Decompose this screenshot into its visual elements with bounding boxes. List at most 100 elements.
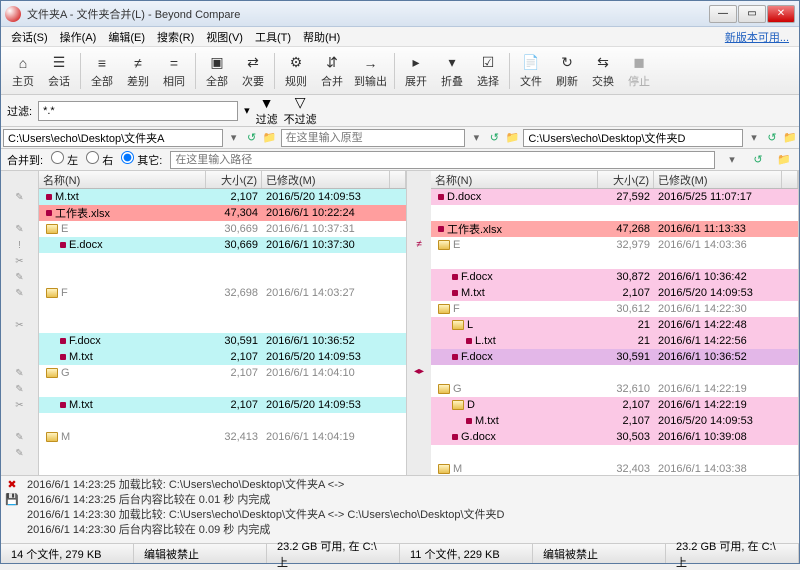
menu-help[interactable]: 帮助(H)	[297, 27, 346, 47]
file-name: D.docx	[447, 191, 481, 203]
center-browse-icon[interactable]: 📁	[503, 129, 521, 147]
center-path-dropdown-icon[interactable]: ▾	[467, 129, 485, 147]
table-row[interactable]: M32,4032016/6/1 14:03:38	[431, 461, 798, 475]
filter-clear-button[interactable]: ▽不过滤	[284, 94, 317, 127]
tool-展开[interactable]: ▸展开	[398, 49, 434, 93]
tool-折叠[interactable]: ▾折叠	[434, 49, 470, 93]
col-size[interactable]: 大小(Z)	[206, 171, 262, 188]
menu-action[interactable]: 操作(A)	[54, 27, 103, 47]
tool-交换[interactable]: ⇆交换	[585, 49, 621, 93]
tool-会话[interactable]: ☰会话	[41, 49, 77, 93]
table-row[interactable]	[431, 205, 798, 221]
mid-mark	[407, 300, 431, 316]
log-save-icon[interactable]: 💾	[5, 493, 19, 506]
right-path-input[interactable]	[523, 129, 743, 147]
table-row[interactable]	[39, 253, 406, 269]
table-row[interactable]: E.docx30,6692016/6/1 10:37:30	[39, 237, 406, 253]
merge-dropdown-icon[interactable]: ▾	[723, 151, 741, 169]
menu-search[interactable]: 搜索(R)	[151, 27, 200, 47]
close-button[interactable]: ✕	[767, 5, 795, 23]
merge-right-radio[interactable]: 右	[86, 151, 113, 168]
table-row[interactable]	[431, 365, 798, 381]
right-path-dropdown-icon[interactable]: ▾	[745, 129, 763, 147]
menu-tools[interactable]: 工具(T)	[249, 27, 297, 47]
tool-差别[interactable]: ≠差别	[120, 49, 156, 93]
log-clear-icon[interactable]: ✖	[7, 478, 16, 491]
table-row[interactable]: L.txt212016/6/1 14:22:56	[431, 333, 798, 349]
tool-全部[interactable]: ▣全部	[199, 49, 235, 93]
table-row[interactable]: G2,1072016/6/1 14:04:10	[39, 365, 406, 381]
right-history-icon[interactable]: ↺	[763, 129, 781, 147]
tool-主页[interactable]: ⌂主页	[5, 49, 41, 93]
table-row[interactable]	[39, 381, 406, 397]
gutter-mark	[1, 461, 38, 475]
merge-history-icon[interactable]: ↺	[749, 151, 767, 169]
left-history-icon[interactable]: ↺	[243, 129, 261, 147]
menu-edit[interactable]: 编辑(E)	[102, 27, 151, 47]
table-row[interactable]: 工作表.xlsx47,2682016/6/1 11:13:33	[431, 221, 798, 237]
table-row[interactable]: F32,6982016/6/1 14:03:27	[39, 285, 406, 301]
tool-到输出[interactable]: →到输出	[350, 49, 391, 93]
table-row[interactable]: L212016/6/1 14:22:48	[431, 317, 798, 333]
merge-browse-icon[interactable]: 📁	[775, 151, 793, 169]
tool-合并[interactable]: ⇵合并	[314, 49, 350, 93]
table-row[interactable]: G.docx30,5032016/6/1 10:39:08	[431, 429, 798, 445]
table-row[interactable]	[431, 445, 798, 461]
table-row[interactable]: M.txt2,1072016/5/20 14:09:53	[39, 397, 406, 413]
table-row[interactable]: D.docx27,5922016/5/25 11:07:17	[431, 189, 798, 205]
table-row[interactable]: D2,1072016/6/1 14:22:19	[431, 397, 798, 413]
menu-view[interactable]: 视图(V)	[200, 27, 249, 47]
col-modified[interactable]: 已修改(M)	[262, 171, 390, 188]
maximize-button[interactable]: ▭	[738, 5, 766, 23]
col-name[interactable]: 名称(N)	[431, 171, 598, 188]
filter-dropdown-icon[interactable]: ▾	[244, 104, 250, 117]
table-row[interactable]	[39, 317, 406, 333]
mergebar: 合并到: 左 右 其它: ▾ ↺ 📁	[1, 149, 799, 171]
minimize-button[interactable]: —	[709, 5, 737, 23]
table-row[interactable]: F.docx30,5912016/6/1 10:36:52	[431, 349, 798, 365]
table-row[interactable]: M32,4132016/6/1 14:04:19	[39, 429, 406, 445]
table-row[interactable]: F30,6122016/6/1 14:22:30	[431, 301, 798, 317]
col-size[interactable]: 大小(Z)	[598, 171, 654, 188]
table-row[interactable]	[39, 269, 406, 285]
menu-session[interactable]: 会话(S)	[5, 27, 54, 47]
table-row[interactable]: 工作表.xlsx47,3042016/6/1 10:22:24	[39, 205, 406, 221]
table-row[interactable]: F.docx30,8722016/6/1 10:36:42	[431, 269, 798, 285]
tool-选择[interactable]: ☑选择	[470, 49, 506, 93]
col-name[interactable]: 名称(N)	[39, 171, 206, 188]
table-row[interactable]	[39, 301, 406, 317]
center-history-icon[interactable]: ↺	[485, 129, 503, 147]
tool-次要[interactable]: ⇄次要	[235, 49, 271, 93]
left-rows[interactable]: M.txt2,1072016/5/20 14:09:53工作表.xlsx47,3…	[39, 189, 406, 475]
table-row[interactable]: F.docx30,5912016/6/1 10:36:52	[39, 333, 406, 349]
mid-mark	[407, 411, 431, 427]
table-row[interactable]	[431, 253, 798, 269]
merge-other-radio[interactable]: 其它:	[121, 151, 162, 168]
tool-全部[interactable]: ≡全部	[84, 49, 120, 93]
table-row[interactable]	[39, 413, 406, 429]
left-path-input[interactable]	[3, 129, 223, 147]
left-browse-icon[interactable]: 📁	[261, 129, 279, 147]
tool-icon: ▸	[406, 53, 426, 73]
tool-相同[interactable]: =相同	[156, 49, 192, 93]
col-modified[interactable]: 已修改(M)	[654, 171, 782, 188]
right-rows[interactable]: D.docx27,5922016/5/25 11:07:17 工作表.xlsx47…	[431, 189, 798, 475]
table-row[interactable]: E32,9792016/6/1 14:03:36	[431, 237, 798, 253]
update-link[interactable]: 新版本可用...	[719, 27, 795, 47]
tool-规则[interactable]: ⚙规则	[278, 49, 314, 93]
table-row[interactable]: G32,6102016/6/1 14:22:19	[431, 381, 798, 397]
filter-input[interactable]	[38, 101, 238, 121]
left-path-dropdown-icon[interactable]: ▾	[225, 129, 243, 147]
merge-left-radio[interactable]: 左	[51, 151, 78, 168]
merge-path-input[interactable]	[170, 151, 715, 169]
table-row[interactable]: M.txt2,1072016/5/20 14:09:53	[431, 285, 798, 301]
table-row[interactable]: M.txt2,1072016/5/20 14:09:53	[431, 413, 798, 429]
filter-apply-button[interactable]: ▼过滤	[256, 95, 278, 127]
table-row[interactable]: E30,6692016/6/1 10:37:31	[39, 221, 406, 237]
tool-刷新[interactable]: ↻刷新	[549, 49, 585, 93]
table-row[interactable]: M.txt2,1072016/5/20 14:09:53	[39, 189, 406, 205]
center-path-input[interactable]	[281, 129, 466, 147]
right-browse-icon[interactable]: 📁	[781, 129, 799, 147]
table-row[interactable]: M.txt2,1072016/5/20 14:09:53	[39, 349, 406, 365]
tool-文件[interactable]: 📄文件	[513, 49, 549, 93]
